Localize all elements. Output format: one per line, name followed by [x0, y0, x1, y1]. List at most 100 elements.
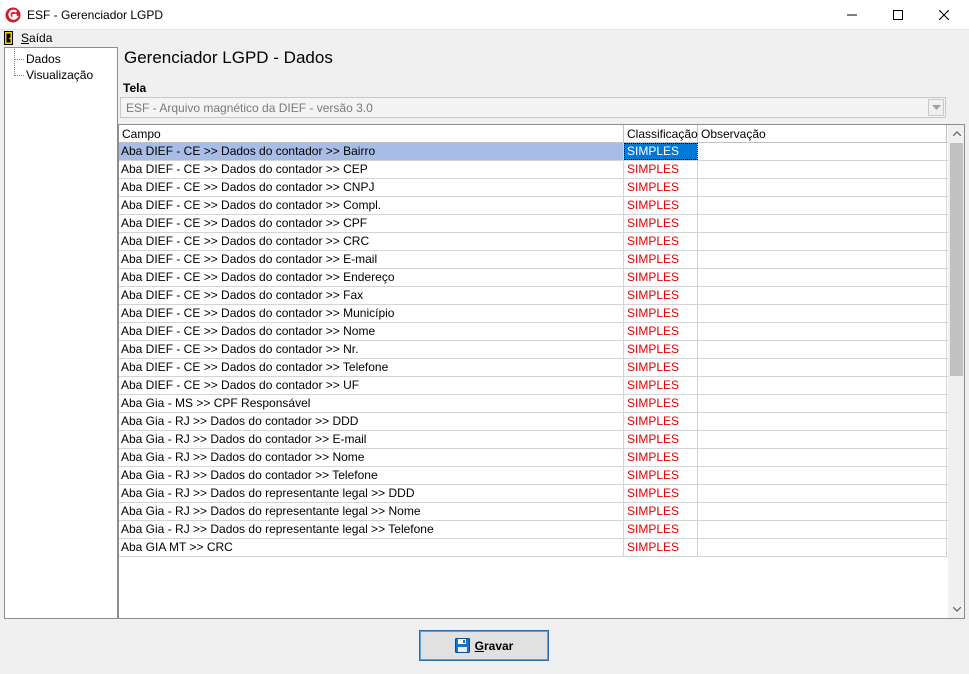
cell-campo[interactable]: Aba Gia - RJ >> Dados do contador >> DDD — [119, 413, 624, 430]
cell-observacao[interactable] — [698, 215, 947, 232]
cell-campo[interactable]: Aba DIEF - CE >> Dados do contador >> Te… — [119, 359, 624, 376]
table-row[interactable]: Aba DIEF - CE >> Dados do contador >> CP… — [119, 215, 948, 233]
table-row[interactable]: Aba Gia - RJ >> Dados do representante l… — [119, 485, 948, 503]
column-header-observacao[interactable]: Observação — [698, 125, 947, 143]
cell-observacao[interactable] — [698, 251, 947, 268]
cell-campo[interactable]: Aba Gia - MS >> CPF Responsável — [119, 395, 624, 412]
grid-vertical-scrollbar[interactable] — [948, 125, 964, 618]
cell-campo[interactable]: Aba Gia - RJ >> Dados do representante l… — [119, 503, 624, 520]
cell-classificacao[interactable]: SIMPLES — [624, 161, 698, 178]
table-row[interactable]: Aba DIEF - CE >> Dados do contador >> CR… — [119, 233, 948, 251]
cell-campo[interactable]: Aba DIEF - CE >> Dados do contador >> No… — [119, 323, 624, 340]
cell-observacao[interactable] — [698, 413, 947, 430]
cell-classificacao[interactable]: SIMPLES — [624, 323, 698, 340]
cell-classificacao[interactable]: SIMPLES — [624, 287, 698, 304]
cell-classificacao[interactable]: SIMPLES — [624, 341, 698, 358]
table-row[interactable]: Aba DIEF - CE >> Dados do contador >> No… — [119, 323, 948, 341]
table-row[interactable]: Aba DIEF - CE >> Dados do contador >> UF… — [119, 377, 948, 395]
cell-observacao[interactable] — [698, 503, 947, 520]
cell-observacao[interactable] — [698, 341, 947, 358]
cell-observacao[interactable] — [698, 539, 947, 556]
cell-classificacao[interactable]: SIMPLES — [624, 503, 698, 520]
scroll-down-button[interactable] — [948, 601, 964, 618]
table-row[interactable]: Aba Gia - RJ >> Dados do contador >> DDD… — [119, 413, 948, 431]
menu-exit[interactable]: Saída — [21, 31, 52, 45]
cell-observacao[interactable] — [698, 143, 947, 160]
cell-classificacao[interactable]: SIMPLES — [624, 485, 698, 502]
cell-campo[interactable]: Aba DIEF - CE >> Dados do contador >> Co… — [119, 197, 624, 214]
cell-classificacao[interactable]: SIMPLES — [624, 449, 698, 466]
table-row[interactable]: Aba DIEF - CE >> Dados do contador >> Nr… — [119, 341, 948, 359]
cell-campo[interactable]: Aba DIEF - CE >> Dados do contador >> CP… — [119, 215, 624, 232]
tree-item-dados[interactable]: Dados — [5, 51, 115, 67]
cell-campo[interactable]: Aba DIEF - CE >> Dados do contador >> CN… — [119, 179, 624, 196]
cell-classificacao[interactable]: SIMPLES — [624, 179, 698, 196]
cell-observacao[interactable] — [698, 233, 947, 250]
table-row[interactable]: Aba Gia - RJ >> Dados do contador >> Nom… — [119, 449, 948, 467]
cell-observacao[interactable] — [698, 161, 947, 178]
cell-campo[interactable]: Aba Gia - RJ >> Dados do contador >> Nom… — [119, 449, 624, 466]
table-row[interactable]: Aba DIEF - CE >> Dados do contador >> Fa… — [119, 287, 948, 305]
cell-observacao[interactable] — [698, 377, 947, 394]
cell-campo[interactable]: Aba DIEF - CE >> Dados do contador >> E-… — [119, 251, 624, 268]
cell-classificacao[interactable]: SIMPLES — [624, 377, 698, 394]
table-row[interactable]: Aba DIEF - CE >> Dados do contador >> Te… — [119, 359, 948, 377]
cell-observacao[interactable] — [698, 521, 947, 538]
scrollbar-thumb[interactable] — [950, 143, 963, 376]
cell-campo[interactable]: Aba Gia - RJ >> Dados do contador >> Tel… — [119, 467, 624, 484]
cell-campo[interactable]: Aba Gia - RJ >> Dados do contador >> E-m… — [119, 431, 624, 448]
cell-classificacao[interactable]: SIMPLES — [624, 359, 698, 376]
cell-classificacao[interactable]: SIMPLES — [624, 251, 698, 268]
cell-classificacao[interactable]: SIMPLES — [624, 269, 698, 286]
scroll-up-button[interactable] — [948, 125, 964, 142]
cell-observacao[interactable] — [698, 449, 947, 466]
table-row[interactable]: Aba DIEF - CE >> Dados do contador >> CE… — [119, 161, 948, 179]
table-row[interactable]: Aba DIEF - CE >> Dados do contador >> E-… — [119, 251, 948, 269]
table-row[interactable]: Aba DIEF - CE >> Dados do contador >> Ba… — [119, 143, 948, 161]
cell-campo[interactable]: Aba GIA MT >> CRC — [119, 539, 624, 556]
cell-campo[interactable]: Aba DIEF - CE >> Dados do contador >> UF — [119, 377, 624, 394]
cell-classificacao[interactable]: SIMPLES — [624, 521, 698, 538]
cell-observacao[interactable] — [698, 467, 947, 484]
minimize-button[interactable] — [829, 0, 875, 30]
table-row[interactable]: Aba DIEF - CE >> Dados do contador >> Co… — [119, 197, 948, 215]
cell-observacao[interactable] — [698, 269, 947, 286]
close-button[interactable] — [921, 0, 967, 30]
cell-classificacao[interactable]: SIMPLES — [624, 431, 698, 448]
tree-item-visualizacao[interactable]: Visualização — [5, 67, 115, 83]
cell-campo[interactable]: Aba DIEF - CE >> Dados do contador >> CE… — [119, 161, 624, 178]
cell-classificacao[interactable]: SIMPLES — [624, 143, 698, 160]
cell-classificacao[interactable]: SIMPLES — [624, 395, 698, 412]
cell-campo[interactable]: Aba DIEF - CE >> Dados do contador >> Nr… — [119, 341, 624, 358]
cell-observacao[interactable] — [698, 485, 947, 502]
cell-observacao[interactable] — [698, 179, 947, 196]
cell-classificacao[interactable]: SIMPLES — [624, 413, 698, 430]
column-header-campo[interactable]: Campo — [119, 125, 624, 143]
table-row[interactable]: Aba Gia - RJ >> Dados do contador >> E-m… — [119, 431, 948, 449]
cell-campo[interactable]: Aba DIEF - CE >> Dados do contador >> Mu… — [119, 305, 624, 322]
save-button[interactable]: Gravar — [419, 630, 549, 661]
table-row[interactable]: Aba Gia - RJ >> Dados do representante l… — [119, 521, 948, 539]
cell-campo[interactable]: Aba DIEF - CE >> Dados do contador >> Ba… — [119, 143, 624, 160]
cell-observacao[interactable] — [698, 359, 947, 376]
cell-classificacao[interactable]: SIMPLES — [624, 197, 698, 214]
table-row[interactable]: Aba DIEF - CE >> Dados do contador >> En… — [119, 269, 948, 287]
table-row[interactable]: Aba Gia - RJ >> Dados do representante l… — [119, 503, 948, 521]
cell-campo[interactable]: Aba Gia - RJ >> Dados do representante l… — [119, 521, 624, 538]
column-header-classificacao[interactable]: Classificação — [624, 125, 698, 143]
table-row[interactable]: Aba DIEF - CE >> Dados do contador >> CN… — [119, 179, 948, 197]
cell-classificacao[interactable]: SIMPLES — [624, 467, 698, 484]
tela-select[interactable]: ESF - Arquivo magnético da DIEF - versão… — [120, 97, 946, 118]
maximize-button[interactable] — [875, 0, 921, 30]
cell-classificacao[interactable]: SIMPLES — [624, 305, 698, 322]
cell-campo[interactable]: Aba DIEF - CE >> Dados do contador >> CR… — [119, 233, 624, 250]
cell-campo[interactable]: Aba Gia - RJ >> Dados do representante l… — [119, 485, 624, 502]
table-row[interactable]: Aba Gia - MS >> CPF Responsável SIMPLES — [119, 395, 948, 413]
cell-classificacao[interactable]: SIMPLES — [624, 215, 698, 232]
cell-observacao[interactable] — [698, 197, 947, 214]
cell-observacao[interactable] — [698, 431, 947, 448]
table-row[interactable]: Aba DIEF - CE >> Dados do contador >> Mu… — [119, 305, 948, 323]
cell-campo[interactable]: Aba DIEF - CE >> Dados do contador >> Fa… — [119, 287, 624, 304]
cell-classificacao[interactable]: SIMPLES — [624, 539, 698, 556]
cell-campo[interactable]: Aba DIEF - CE >> Dados do contador >> En… — [119, 269, 624, 286]
